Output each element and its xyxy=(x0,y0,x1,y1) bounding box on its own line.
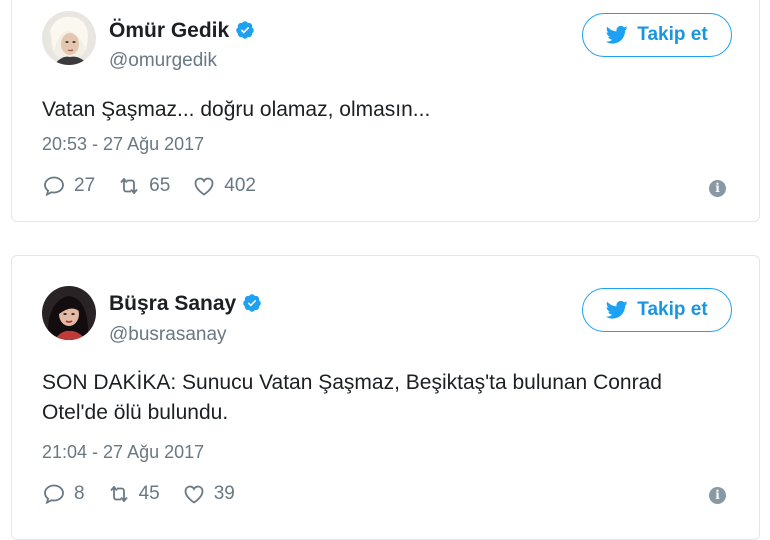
reply-button[interactable]: 8 xyxy=(42,482,85,506)
like-count: 402 xyxy=(224,175,256,196)
info-icon[interactable]: i xyxy=(709,487,726,504)
follow-label: Takip et xyxy=(637,24,708,45)
retweet-icon xyxy=(120,177,138,195)
user-handle[interactable]: @omurgedik xyxy=(109,50,217,72)
verified-badge-icon xyxy=(242,293,262,313)
reply-count: 8 xyxy=(74,483,85,504)
tweet-card: Büşra Sanay @busrasanay Takip et SON DAK… xyxy=(11,255,760,540)
tweet-text: Vatan Şaşmaz... doğru olamaz, olmasın... xyxy=(42,98,431,121)
display-name[interactable]: Büşra Sanay xyxy=(109,292,262,316)
reply-button[interactable]: 27 xyxy=(42,174,95,198)
like-button[interactable]: 402 xyxy=(192,174,256,198)
retweet-button[interactable]: 65 xyxy=(117,174,170,198)
info-icon[interactable]: i xyxy=(709,180,726,197)
retweet-count: 45 xyxy=(138,483,160,504)
reply-count: 27 xyxy=(74,175,96,196)
retweet-button[interactable]: 45 xyxy=(107,482,160,506)
avatar[interactable] xyxy=(42,11,96,65)
heart-icon xyxy=(194,177,214,196)
tweet-timestamp[interactable]: 21:04 - 27 Ağu 2017 xyxy=(42,442,204,463)
tweet-text: SON DAKİKA: Sunucu Vatan Şaşmaz, Beşikta… xyxy=(42,371,662,424)
verified-badge-icon xyxy=(235,20,255,40)
follow-button[interactable]: Takip et xyxy=(582,13,732,57)
tweet-timestamp[interactable]: 20:53 - 27 Ağu 2017 xyxy=(42,134,204,155)
user-handle[interactable]: @busrasanay xyxy=(109,324,227,346)
retweet-count: 65 xyxy=(149,175,171,196)
tweet-card: Ömür Gedik @omurgedik Takip et Vatan Şaş… xyxy=(11,0,760,222)
tweet-actions: 8 45 39 xyxy=(42,482,257,506)
heart-icon xyxy=(184,485,204,504)
display-name[interactable]: Ömür Gedik xyxy=(109,19,255,43)
follow-label: Takip et xyxy=(637,299,708,320)
reply-icon xyxy=(44,176,64,197)
retweet-icon xyxy=(109,485,128,503)
twitter-bird-icon xyxy=(606,300,628,319)
like-count: 39 xyxy=(213,483,235,504)
tweet-actions: 27 65 402 xyxy=(42,174,278,198)
twitter-bird-icon xyxy=(606,25,628,44)
reply-icon xyxy=(44,484,64,505)
follow-button[interactable]: Takip et xyxy=(582,288,732,332)
like-button[interactable]: 39 xyxy=(182,482,235,506)
avatar[interactable] xyxy=(42,286,96,340)
